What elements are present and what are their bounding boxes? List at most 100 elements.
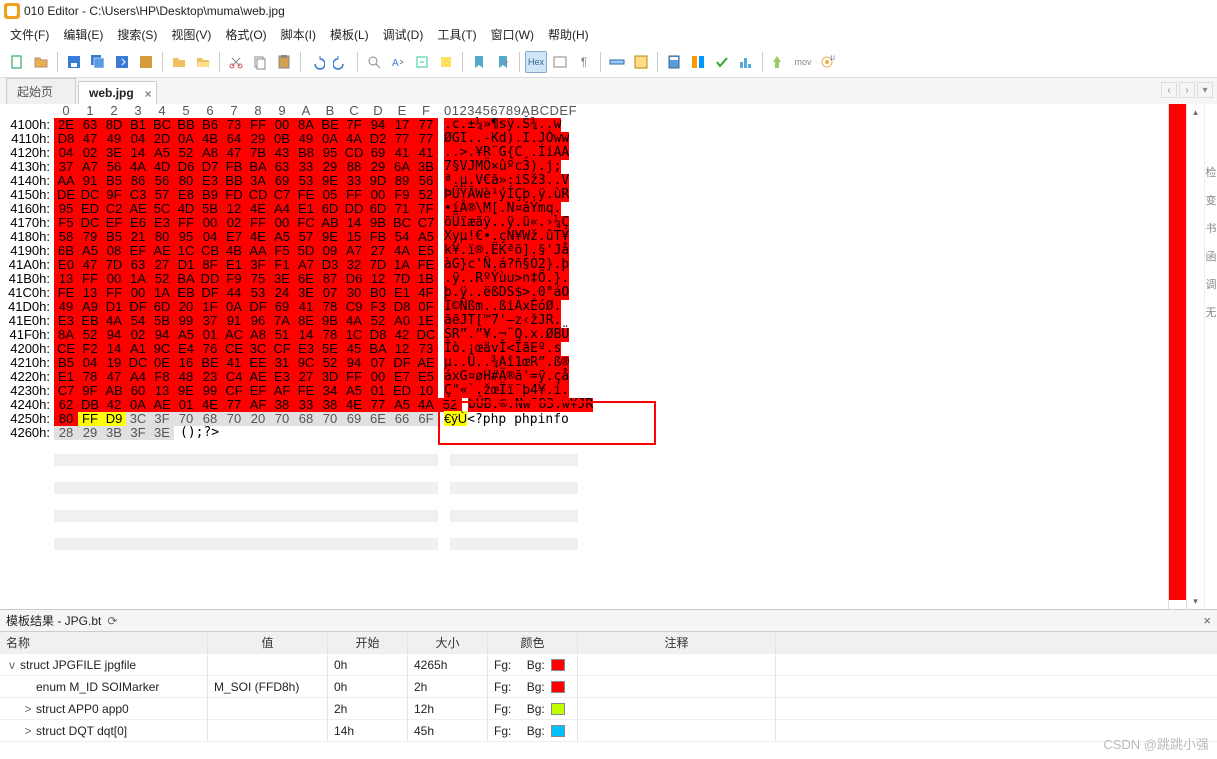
hex-byte[interactable]: B5 (102, 230, 126, 244)
find-icon[interactable] (363, 51, 385, 73)
tab-prev-icon[interactable]: ‹ (1161, 82, 1177, 98)
hex-byte[interactable]: E3 (150, 216, 174, 230)
hex-byte[interactable]: 08 (102, 244, 126, 258)
char-mode-icon[interactable] (549, 51, 571, 73)
inspector-icon[interactable] (630, 51, 652, 73)
hex-byte[interactable]: 52 (174, 146, 198, 160)
hex-byte[interactable]: 94 (342, 356, 366, 370)
hex-byte[interactable]: 05 (318, 188, 342, 202)
hex-byte[interactable]: 78 (318, 328, 342, 342)
hex-byte[interactable]: 99 (174, 314, 198, 328)
hex-byte[interactable]: 8D (102, 118, 126, 132)
hex-byte[interactable]: FF (102, 286, 126, 300)
hex-byte[interactable]: 78 (78, 370, 102, 384)
hex-byte[interactable]: 5E (318, 342, 342, 356)
hex-byte[interactable]: 68 (294, 412, 318, 426)
hex-byte[interactable]: DC (126, 356, 150, 370)
hex-byte[interactable]: 91 (222, 314, 246, 328)
hex-byte[interactable]: AE (414, 356, 438, 370)
hex-byte[interactable]: AA (246, 244, 270, 258)
hex-byte[interactable]: FF (342, 188, 366, 202)
ascii-text[interactable]: ..>.¥R¨G{C¸.ÍiAA (444, 146, 569, 160)
hex-byte[interactable]: A5 (78, 244, 102, 258)
hex-byte[interactable]: 38 (318, 398, 342, 412)
hex-byte[interactable]: A7 (294, 258, 318, 272)
hex-byte[interactable]: 3B (102, 426, 126, 440)
hex-byte[interactable]: 48 (174, 370, 198, 384)
hex-byte[interactable]: F5 (270, 244, 294, 258)
hex-byte[interactable]: 56 (102, 160, 126, 174)
hex-byte[interactable]: C7 (270, 188, 294, 202)
hex-byte[interactable]: E5 (414, 370, 438, 384)
hex-byte[interactable]: 7F (342, 118, 366, 132)
hex-byte[interactable]: 00 (270, 216, 294, 230)
hex-byte[interactable]: DC (78, 188, 102, 202)
hex-byte[interactable]: 0A (318, 132, 342, 146)
hex-byte[interactable]: E7 (390, 370, 414, 384)
hex-byte[interactable]: FF (246, 118, 270, 132)
hex-byte[interactable]: AE (126, 202, 150, 216)
hex-byte[interactable]: 71 (390, 202, 414, 216)
hex-byte[interactable]: AB (102, 384, 126, 398)
hex-byte[interactable]: 78 (318, 300, 342, 314)
hex-byte[interactable]: E3 (198, 174, 222, 188)
hex-byte[interactable]: 0A (222, 300, 246, 314)
hex-byte[interactable]: F9 (390, 188, 414, 202)
hex-byte[interactable]: C3 (126, 188, 150, 202)
hex-byte[interactable]: 3D (318, 370, 342, 384)
hex-byte[interactable]: 7F (414, 202, 438, 216)
undo-icon[interactable] (306, 51, 328, 73)
hex-byte[interactable]: 70 (318, 412, 342, 426)
hex-byte[interactable]: 95 (318, 146, 342, 160)
hex-byte[interactable]: 9E (318, 230, 342, 244)
hex-byte[interactable]: 1A (150, 286, 174, 300)
hex-byte[interactable]: 41 (294, 300, 318, 314)
hex-byte[interactable]: 29 (246, 132, 270, 146)
hex-row[interactable]: 4240h:62DB420AAE014E77AF3833384E77A54A52… (0, 398, 1168, 412)
hex-byte[interactable]: 02 (78, 146, 102, 160)
hex-byte[interactable]: DE (54, 188, 78, 202)
save-all-icon[interactable] (87, 51, 109, 73)
paste-icon[interactable] (273, 51, 295, 73)
hex-byte[interactable]: FF (78, 412, 102, 426)
ascii-text[interactable]: I©Ñßm..ßiAxÉóØ. (444, 300, 561, 314)
hex-byte[interactable]: 27 (294, 370, 318, 384)
col-value[interactable]: 值 (208, 632, 328, 653)
hex-byte[interactable]: 7D (390, 272, 414, 286)
hex-byte[interactable]: 14 (342, 216, 366, 230)
hex-byte[interactable]: 4E (198, 398, 222, 412)
hex-byte[interactable]: D8 (390, 300, 414, 314)
hex-byte[interactable]: 62 (54, 398, 78, 412)
hex-byte[interactable]: 3C (246, 342, 270, 356)
hex-byte[interactable]: B9 (198, 188, 222, 202)
ascii-text[interactable]: 7§VJMÖ×ûºc3).j; (444, 160, 561, 174)
hex-byte[interactable]: 4B (198, 132, 222, 146)
ascii-text[interactable]: k¥.ï®.ËKªõ].§'Jå (444, 244, 569, 258)
hex-byte[interactable]: 9E (174, 384, 198, 398)
hex-byte[interactable]: 5C (150, 202, 174, 216)
refresh-icon[interactable]: ⟳ (107, 614, 117, 628)
hex-byte[interactable]: DD (342, 202, 366, 216)
highlight-icon[interactable] (435, 51, 457, 73)
hex-byte[interactable]: 29 (366, 160, 390, 174)
hex-byte[interactable]: 00 (366, 370, 390, 384)
hex-byte[interactable]: E5 (414, 244, 438, 258)
ascii-text[interactable]: ª.µ.V€ã»:iSž3..V (444, 174, 569, 188)
hex-byte[interactable]: A0 (390, 314, 414, 328)
hex-byte[interactable]: 4A (102, 314, 126, 328)
redo-icon[interactable] (330, 51, 352, 73)
hex-byte[interactable]: ED (390, 384, 414, 398)
hex-byte[interactable]: CE (54, 342, 78, 356)
hex-byte[interactable]: F5 (54, 216, 78, 230)
hex-byte[interactable]: B5 (102, 174, 126, 188)
folder-open-icon[interactable] (192, 51, 214, 73)
hex-byte[interactable]: 14 (126, 146, 150, 160)
hex-byte[interactable]: 6D (366, 202, 390, 216)
hex-byte[interactable]: 3E (270, 272, 294, 286)
hex-byte[interactable]: 20 (174, 300, 198, 314)
hex-byte[interactable]: C7 (54, 384, 78, 398)
hex-byte[interactable]: 33 (294, 160, 318, 174)
ascii-text[interactable]: ();?> (180, 426, 219, 440)
hex-byte[interactable]: 00 (270, 118, 294, 132)
hex-byte[interactable]: 34 (318, 384, 342, 398)
